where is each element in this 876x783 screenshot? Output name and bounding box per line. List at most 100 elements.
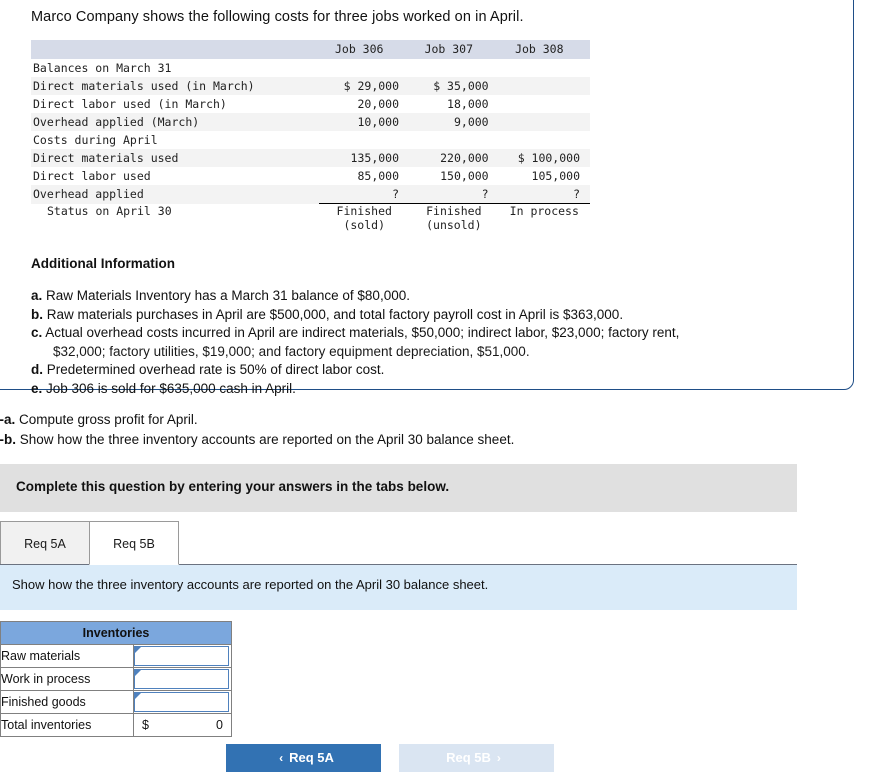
raw-materials-input[interactable]: [134, 646, 229, 666]
finished-goods-input[interactable]: [134, 692, 229, 712]
job-cell-1-1: $ 35,000: [409, 77, 499, 95]
requirement-5-b: 5-b. Show how the three inventory accoun…: [0, 430, 692, 450]
total-inventories-value: 0: [216, 718, 223, 732]
additional-info-marker: e.: [31, 380, 43, 396]
additional-info-marker: c.: [31, 325, 43, 340]
tab-req-5b[interactable]: Req 5B: [89, 521, 179, 565]
job-cell-6-2: 105,000: [498, 167, 590, 185]
problem-intro-text: Marco Company shows the following costs …: [31, 9, 524, 25]
finished-goods-label: Finished goods: [0, 690, 134, 714]
next-requirement-button[interactable]: Req 5B ›: [399, 744, 554, 772]
status-row: Status on April 30 Finished (sold) Finished…: [31, 203, 590, 238]
problem-statement-panel: Marco Company shows the following costs …: [0, 0, 854, 396]
cell-corner-marker-icon: [135, 693, 141, 699]
active-requirement-text: Show how the three inventory accounts ar…: [12, 577, 489, 592]
tab-req-5a[interactable]: Req 5A: [0, 521, 90, 565]
job-cell-4-0: [319, 131, 410, 149]
job-row-label-1: Direct materials used (in March): [31, 77, 320, 95]
requirement-marker: 5-b.: [0, 432, 17, 447]
requirement-marker: 5-a.: [0, 412, 16, 427]
status-row-label: Status on April 30: [31, 203, 320, 238]
job-column-header-2: Job 307: [409, 40, 499, 59]
additional-info-item-c-continued: $32,000; factory utilities, $19,000; and…: [53, 343, 530, 359]
prev-requirement-button[interactable]: ‹ Req 5A: [226, 744, 381, 772]
requirement-5-a: 5-a. Compute gross profit for April.: [0, 410, 692, 430]
total-currency-symbol: $: [142, 718, 149, 732]
job-cell-0-0: [319, 59, 410, 77]
job-cell-7-1: ?: [409, 185, 499, 204]
table-row: Costs during April: [31, 131, 590, 149]
table-row: Balances on March 31: [31, 59, 590, 77]
job-cell-3-2: [498, 113, 590, 131]
additional-info-item-d: d. Predetermined overhead rate is 50% of…: [31, 362, 385, 377]
active-requirement-banner: Show how the three inventory accounts ar…: [0, 564, 797, 610]
additional-info-item-e: e. Job 306 is sold for $635,000 cash in …: [31, 380, 296, 396]
work-in-process-value-cell[interactable]: [133, 667, 232, 691]
job-cell-4-1: [409, 131, 499, 149]
additional-info-item-c: c. Actual overhead costs incurred in Apr…: [31, 325, 680, 340]
table-row: Finished goods: [0, 690, 232, 714]
job-table-header-row: Job 306 Job 307 Job 308: [31, 40, 590, 59]
table-row: Direct materials used (in March) $ 29,000…: [31, 77, 590, 95]
job-row-label-4: Costs during April: [31, 131, 320, 149]
table-row: Direct labor used (in March) 20,000 18,000: [31, 95, 590, 113]
job-row-label-0: Balances on March 31: [31, 59, 320, 77]
table-row: Direct labor used 85,000 150,000 105,000: [31, 167, 590, 185]
job-column-header-3: Job 308: [498, 40, 590, 59]
table-row: Overhead applied???: [31, 185, 590, 204]
total-inventories-row: Total inventories $ 0: [0, 713, 232, 737]
work-in-process-input[interactable]: [134, 669, 229, 689]
job-cell-5-2: $ 100,000: [498, 149, 590, 167]
job-row-label-5: Direct materials used: [31, 149, 320, 167]
total-inventories-value-cell: $ 0: [133, 713, 232, 737]
job-cell-2-0: 20,000: [319, 95, 410, 113]
job-cell-2-2: [498, 95, 590, 113]
job-cost-table-container: Job 306 Job 307 Job 308 Balances on March 3…: [31, 40, 590, 238]
panel-content: Marco Company shows the following costs …: [1, 1, 841, 398]
job-cell-3-0: 10,000: [319, 113, 410, 131]
job-cell-1-2: [498, 77, 590, 95]
inventories-answer-table-container: Inventories Raw materials Work in proces…: [0, 621, 232, 737]
additional-info-marker: b.: [31, 306, 43, 322]
job-cost-table: Job 306 Job 307 Job 308 Balances on March 3…: [31, 40, 590, 238]
additional-information-title: Additional Information: [31, 256, 175, 271]
next-requirement-label: Req 5B: [446, 750, 491, 765]
table-row: Work in process: [0, 667, 232, 691]
job-cell-0-1: [409, 59, 499, 77]
status-cell-2: In process: [498, 203, 590, 238]
chevron-left-icon: ‹: [279, 751, 284, 765]
chevron-right-icon: ›: [496, 751, 501, 765]
cell-corner-marker-icon: [135, 647, 141, 653]
additional-info-item-a: a. Raw Materials Inventory has a March 3…: [31, 288, 410, 303]
table-row: Raw materials: [0, 644, 232, 668]
raw-materials-value-cell[interactable]: [133, 644, 232, 668]
status-cell-0: Finished (sold): [319, 203, 410, 238]
job-row-label-3: Overhead applied (March): [31, 113, 320, 131]
inventories-header-row: Inventories: [0, 621, 232, 645]
job-cell-5-1: 220,000: [409, 149, 499, 167]
additional-info-marker: d.: [31, 362, 43, 377]
job-cell-6-1: 150,000: [409, 167, 499, 185]
inventories-header-cell: Inventories: [0, 621, 232, 645]
job-column-header-1: Job 306: [319, 40, 410, 59]
additional-info-item-b: b. Raw materials purchases in April are …: [31, 306, 624, 322]
additional-info-marker: a.: [31, 288, 43, 303]
tab-req-5a-label: Req 5A: [24, 537, 66, 551]
job-cell-0-2: [498, 59, 590, 77]
status-cell-1: Finished (unsold): [409, 203, 499, 238]
work-in-process-label: Work in process: [0, 667, 134, 691]
job-cell-3-1: 9,000: [409, 113, 499, 131]
job-cell-7-0: ?: [319, 185, 410, 204]
raw-materials-label: Raw materials: [0, 644, 134, 668]
inventories-answer-table: Inventories Raw materials Work in proces…: [0, 621, 232, 737]
job-cell-4-2: [498, 131, 590, 149]
finished-goods-value-cell[interactable]: [133, 690, 232, 714]
requirements-list: 5-a. Compute gross profit for April.5-b.…: [0, 410, 692, 450]
job-cell-7-2: ?: [498, 185, 590, 204]
job-row-label-7: Overhead applied: [31, 185, 320, 204]
requirement-tabs: Req 5A Req 5B: [0, 521, 797, 565]
job-cell-6-0: 85,000: [319, 167, 410, 185]
table-row: Direct materials used 135,000 220,000 $ 100…: [31, 149, 590, 167]
job-cell-1-0: $ 29,000: [319, 77, 410, 95]
job-row-label-6: Direct labor used: [31, 167, 320, 185]
